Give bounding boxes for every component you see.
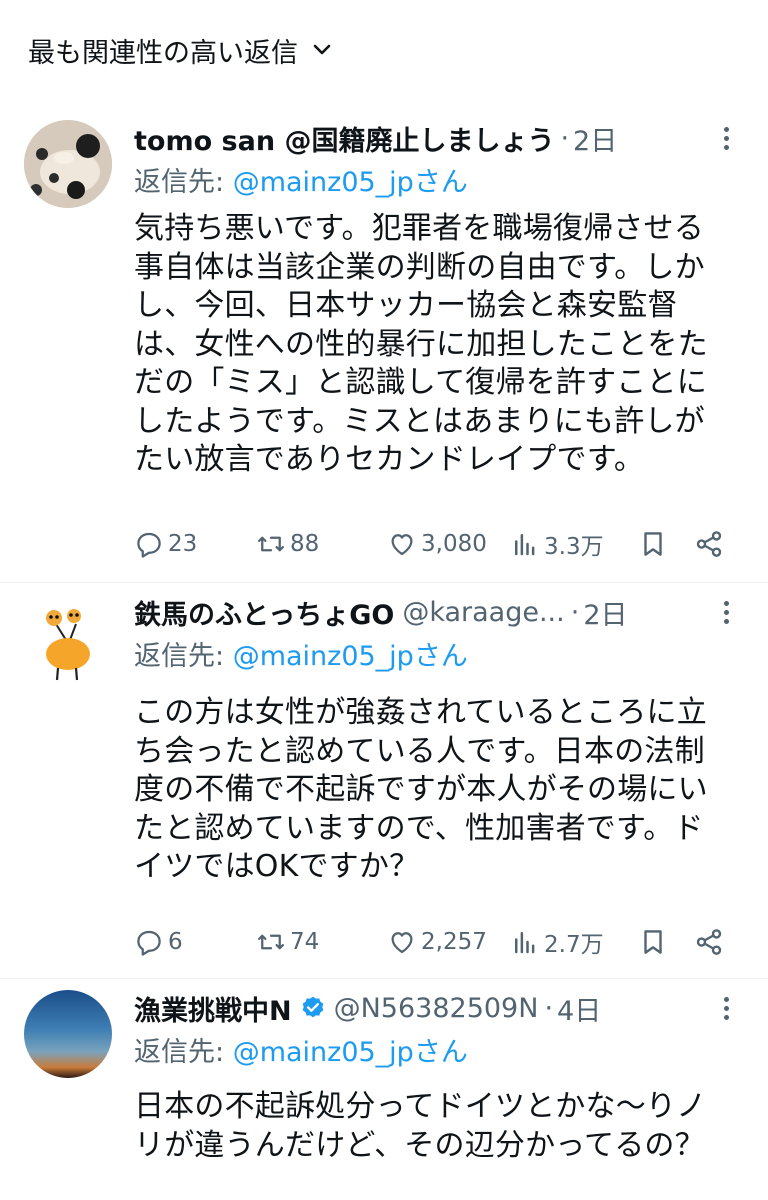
- user-handle[interactable]: @karaage...: [402, 597, 564, 628]
- tweet-text-line: リが違うんだけど、その辺分かってるの？: [134, 1127, 705, 1163]
- retweet-button[interactable]: 88: [256, 524, 319, 564]
- chevron-down-icon: [313, 44, 331, 55]
- more-options-icon[interactable]: [712, 994, 740, 1022]
- like-button[interactable]: 2,257: [387, 922, 487, 962]
- tweet-text-line: 事自体は当該企業の判断の自由です。しか: [134, 249, 705, 285]
- display-name[interactable]: tomo san @国籍廃止しましょう: [134, 119, 554, 158]
- tweet-text-line: 度の不備で不起訴ですが本人がその場にい: [134, 772, 708, 807]
- tweet-text-line: たい放言でありセカンドレイプです。: [134, 442, 645, 477]
- reply-prefix: 返信先:: [134, 641, 233, 672]
- avatar[interactable]: [24, 120, 112, 208]
- tweet-text-line: 気持ち悪いです。犯罪者を職場復帰させる: [134, 211, 704, 246]
- tweet-header: tomo san @国籍廃止しましょう · 2日: [134, 116, 744, 160]
- like-button[interactable]: 3,080: [387, 524, 487, 564]
- retweet-icon: [258, 536, 284, 552]
- heart-icon: [391, 534, 413, 556]
- tweet-text-line: ち会ったと認めている人です。日本の法制: [134, 733, 705, 769]
- tweet-text-line: は、女性への性的暴行に加担したことをた: [134, 326, 708, 362]
- tweet-text-line: イツではOKですか？: [134, 849, 420, 884]
- divider: [0, 978, 768, 979]
- share-button[interactable]: [694, 922, 724, 962]
- tweet-text: 日本の不起訴処分ってドイツとかな〜りノ リが違うんだけど、その辺分かってるの？: [134, 1088, 746, 1165]
- retweet-count: 88: [290, 531, 320, 557]
- reply-prefix: 返信先:: [134, 1037, 233, 1068]
- timestamp[interactable]: 4日: [557, 989, 601, 1028]
- reply-button[interactable]: 6: [134, 922, 183, 962]
- tweet-header: 鉄馬のふとっちょGO @karaage... · 2日: [134, 590, 744, 634]
- reply-user-link[interactable]: @mainz05_jpさん: [233, 641, 468, 672]
- reply-user-link[interactable]: @mainz05_jpさん: [233, 1037, 468, 1068]
- replying-to: 返信先: @mainz05_jpさん: [134, 634, 468, 673]
- reply-tweet[interactable]: 漁業挑戦中N @N56382509N · 4日 返信先: @mainz05_jp…: [0, 980, 768, 1200]
- separator-dot: ·: [560, 122, 570, 154]
- tweet-text-line: たと認めていますので、性加害者です。ド: [134, 810, 704, 846]
- like-count: 2,257: [421, 929, 487, 955]
- views-button[interactable]: 2.7万: [510, 922, 604, 962]
- heart-icon: [391, 932, 413, 954]
- reply-prefix: 返信先:: [134, 167, 233, 198]
- avatar[interactable]: [24, 594, 112, 682]
- separator-dot: ·: [544, 992, 554, 1024]
- reply-user-link[interactable]: @mainz05_jpさん: [233, 167, 468, 198]
- tweet-actions: 23 88 3,080 3.3万: [134, 524, 744, 564]
- separator-dot: ·: [570, 596, 580, 628]
- reply-icon: [137, 532, 161, 558]
- tweet-text-line: し、今回、日本サッカー協会と森安監督: [134, 288, 678, 323]
- analytics-icon: [515, 534, 535, 556]
- tweet-text-line: この方は女性が強姦されているところに立: [134, 695, 707, 730]
- tweet-header: 漁業挑戦中N @N56382509N · 4日: [134, 986, 744, 1030]
- share-icon: [696, 929, 722, 955]
- views-button[interactable]: 3.3万: [510, 524, 604, 564]
- bookmark-icon: [644, 930, 662, 954]
- timestamp[interactable]: 2日: [573, 119, 617, 158]
- retweet-icon: [258, 934, 284, 950]
- divider: [0, 582, 768, 583]
- reply-icon: [137, 930, 161, 956]
- replying-to: 返信先: @mainz05_jpさん: [134, 160, 468, 199]
- sort-label: 最も関連性の高い返信: [28, 37, 298, 69]
- replying-to: 返信先: @mainz05_jpさん: [134, 1030, 468, 1069]
- share-button[interactable]: [694, 524, 724, 564]
- more-options-icon[interactable]: [712, 124, 740, 152]
- tweet-text: 気持ち悪いです。犯罪者を職場復帰させる 事自体は当該企業の判断の自由です。しか …: [134, 210, 746, 480]
- reply-tweet[interactable]: 鉄馬のふとっちょGO @karaage... · 2日 返信先: @mainz0…: [0, 584, 768, 980]
- reply-button[interactable]: 23: [134, 524, 197, 564]
- sort-replies-dropdown[interactable]: 最も関連性の高い返信: [28, 28, 332, 72]
- tweet-text: この方は女性が強姦されているところに立 ち会ったと認めている人です。日本の法制 …: [134, 694, 746, 887]
- tweet-text-line: 日本の不起訴処分ってドイツとかな〜りノ: [134, 1089, 707, 1124]
- reply-tweet[interactable]: tomo san @国籍廃止しましょう · 2日 返信先: @mainz05_j…: [0, 110, 768, 584]
- tweet-text-line: したようです。ミスとはあまりにも許しが: [134, 403, 705, 439]
- display-name[interactable]: 漁業挑戦中N: [134, 989, 292, 1028]
- view-count: 3.3万: [544, 534, 604, 560]
- tweet-text-line: だの「ミス」と認識して復帰を許すことに: [134, 365, 707, 400]
- display-name[interactable]: 鉄馬のふとっちょGO: [134, 593, 394, 632]
- reply-count: 23: [168, 531, 198, 557]
- timestamp[interactable]: 2日: [583, 593, 627, 632]
- user-handle[interactable]: @N56382509N: [334, 993, 539, 1024]
- bookmark-button[interactable]: [638, 524, 668, 564]
- like-count: 3,080: [421, 531, 487, 557]
- view-count: 2.7万: [544, 932, 604, 958]
- share-icon: [696, 531, 722, 557]
- retweet-count: 74: [290, 929, 320, 955]
- analytics-icon: [515, 932, 535, 954]
- verified-badge-icon: [302, 996, 323, 1018]
- retweet-button[interactable]: 74: [256, 922, 319, 962]
- bookmark-button[interactable]: [638, 922, 668, 962]
- more-options-icon[interactable]: [712, 598, 740, 626]
- tweet-actions: 6 74 2,257 2.7万: [134, 922, 744, 962]
- avatar[interactable]: [24, 990, 112, 1078]
- bookmark-icon: [644, 532, 662, 556]
- reply-count: 6: [168, 929, 183, 955]
